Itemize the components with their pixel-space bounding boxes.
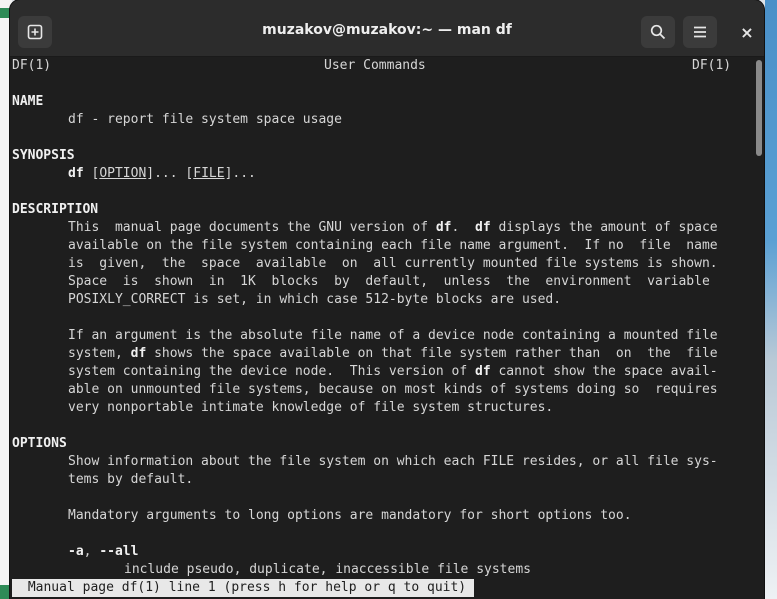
option-separator: , bbox=[83, 544, 100, 559]
description-line-4: Space is shown in 1K blocks by default, … bbox=[68, 274, 710, 289]
description-line-5: POSIXLY_CORRECT is set, in which case 51… bbox=[68, 292, 562, 307]
option-short: -a bbox=[68, 544, 84, 559]
section-heading-synopsis: SYNOPSIS bbox=[12, 148, 75, 163]
synopsis-file: FILE bbox=[193, 166, 225, 181]
header-bar: muzakov@muzakov:~ — man df × bbox=[10, 0, 764, 57]
section-heading-options: OPTIONS bbox=[12, 436, 67, 451]
options-line-3: Mandatory arguments to long options are … bbox=[68, 508, 632, 523]
description-p2-line-5: very nonportable intimate knowledge of f… bbox=[68, 400, 554, 415]
command-name: df bbox=[130, 346, 147, 361]
scrollbar[interactable] bbox=[756, 60, 762, 585]
description-text: displays the amount of space bbox=[490, 220, 718, 235]
search-button[interactable] bbox=[641, 16, 675, 48]
command-name: df bbox=[475, 364, 491, 379]
description-line-3: is given, the space available on all cur… bbox=[68, 256, 718, 271]
option-long: --all bbox=[99, 544, 139, 559]
option-all-description: include pseudo, duplicate, inaccessible … bbox=[124, 562, 531, 577]
man-header-left: DF(1) bbox=[12, 58, 52, 73]
description-text: system, bbox=[68, 346, 131, 361]
description-text: This manual page documents the GNU versi… bbox=[68, 220, 436, 235]
search-icon bbox=[650, 24, 666, 40]
synopsis-tail: ]... bbox=[224, 166, 256, 181]
terminal-window: muzakov@muzakov:~ — man df × DF(1) User … bbox=[10, 0, 764, 599]
description-line-1: This manual page documents the GNU versi… bbox=[68, 219, 718, 237]
scrollbar-thumb[interactable] bbox=[756, 60, 762, 156]
description-text: . bbox=[451, 220, 475, 235]
description-line-2: available on the file system containing … bbox=[68, 238, 718, 253]
description-text: cannot show the space avail- bbox=[490, 364, 718, 379]
synopsis-command: df bbox=[68, 166, 84, 181]
option-all: -a, --all bbox=[68, 543, 138, 561]
synopsis-line: df [OPTION]... [FILE]... bbox=[68, 166, 256, 181]
description-text: system containing the device node. This … bbox=[68, 364, 475, 379]
synopsis-option: OPTION bbox=[99, 166, 147, 181]
main-menu-button[interactable] bbox=[683, 16, 717, 48]
terminal-content[interactable]: DF(1) User Commands DF(1) NAME df - repo… bbox=[12, 57, 752, 599]
desktop-background-right bbox=[765, 0, 777, 599]
options-line-1: Show information about the file system o… bbox=[68, 454, 718, 469]
close-button[interactable]: × bbox=[730, 16, 764, 48]
section-heading-name: NAME bbox=[12, 94, 44, 109]
section-heading-description: DESCRIPTION bbox=[12, 202, 99, 217]
options-line-2: tems by default. bbox=[68, 472, 194, 487]
pager-status-bar: Manual page df(1) line 1 (press h for he… bbox=[12, 579, 475, 597]
man-header-center: User Commands bbox=[324, 58, 426, 73]
name-text: df - report file system space usage bbox=[68, 112, 342, 127]
synopsis-separator: ]... [ bbox=[146, 166, 194, 181]
man-header-right: DF(1) bbox=[692, 58, 732, 73]
description-p2-line-2: system, df shows the space available on … bbox=[68, 345, 718, 363]
description-p2-line-4: able on unmounted file systems, because … bbox=[68, 382, 718, 397]
description-p2-line-3: system containing the device node. This … bbox=[68, 363, 718, 381]
close-icon: × bbox=[740, 22, 754, 42]
command-name: df bbox=[475, 220, 491, 235]
hamburger-menu-icon bbox=[694, 26, 706, 38]
description-p2-line-1: If an argument is the absolute file name… bbox=[68, 328, 718, 343]
command-name: df bbox=[435, 220, 452, 235]
description-text: shows the space available on that file s… bbox=[146, 346, 718, 361]
